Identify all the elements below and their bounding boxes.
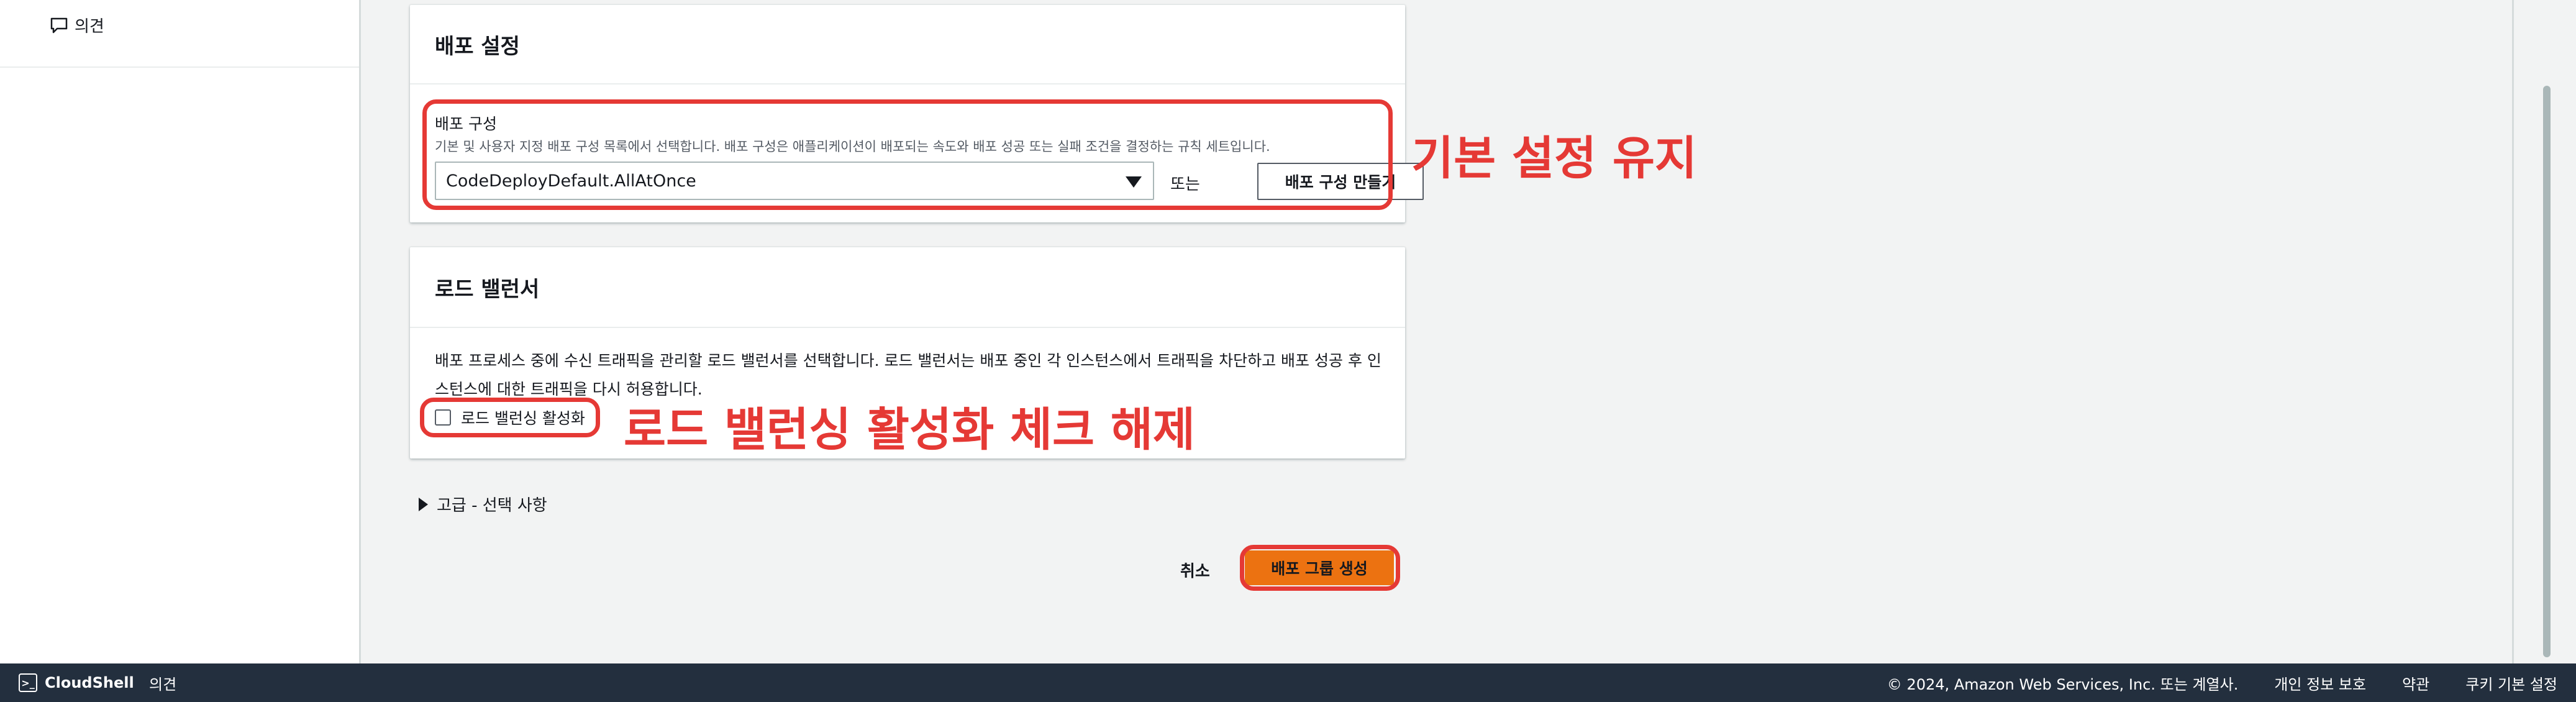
sidebar-feedback-label: 의견 — [75, 17, 104, 36]
load-balancing-highlight — [420, 398, 600, 437]
load-balancing-annotation: 로드 밸런싱 활성화 체크 해제 — [624, 403, 1196, 457]
deploy-config-highlight — [422, 99, 1393, 210]
caret-right-icon — [419, 497, 428, 511]
cancel-button[interactable]: 취소 — [1180, 558, 1210, 581]
cloudshell-button[interactable]: >_ CloudShell — [19, 663, 134, 702]
deploy-config-annotation: 기본 설정 유지 — [1411, 132, 1698, 185]
scrollbar-thumb[interactable] — [2543, 86, 2551, 657]
cloudshell-label: CloudShell — [45, 674, 134, 691]
load-balancer-title: 로드 밸런서 — [435, 276, 540, 302]
feedback-icon — [50, 17, 68, 33]
side-navigation: 의견 — [0, 0, 361, 663]
advanced-section-label: 고급 - 선택 사항 — [437, 496, 547, 515]
main-content: 배포 설정 배포 구성 기본 및 사용자 지정 배포 구성 목록에서 선택합니다… — [363, 0, 2512, 663]
footer-privacy-link[interactable]: 개인 정보 보호 — [2274, 672, 2366, 694]
footer-cookies-link[interactable]: 쿠키 기본 설정 — [2465, 672, 2557, 694]
footer-feedback-link[interactable]: 의견 — [149, 663, 176, 702]
page-scrollbar[interactable] — [2512, 0, 2576, 663]
deploy-settings-header: 배포 설정 — [410, 5, 1405, 84]
sidebar-feedback-link[interactable]: 의견 — [50, 14, 104, 37]
create-button-highlight — [1240, 545, 1400, 591]
terminal-icon: >_ — [19, 673, 37, 692]
deploy-settings-title: 배포 설정 — [435, 34, 520, 59]
footer-links: © 2024, Amazon Web Services, Inc. 또는 계열사… — [1851, 663, 2557, 702]
footer-terms-link[interactable]: 약관 — [2402, 672, 2429, 694]
console-footer: >_ CloudShell 의견 © 2024, Amazon Web Serv… — [0, 663, 2576, 702]
footer-copyright: © 2024, Amazon Web Services, Inc. 또는 계열사… — [1886, 675, 2239, 693]
deploy-settings-panel: 배포 설정 배포 구성 기본 및 사용자 지정 배포 구성 목록에서 선택합니다… — [410, 5, 1424, 222]
load-balancer-header: 로드 밸런서 — [410, 247, 1405, 328]
advanced-section-toggle[interactable]: 고급 - 선택 사항 — [419, 493, 547, 516]
sidebar-divider — [0, 66, 359, 68]
